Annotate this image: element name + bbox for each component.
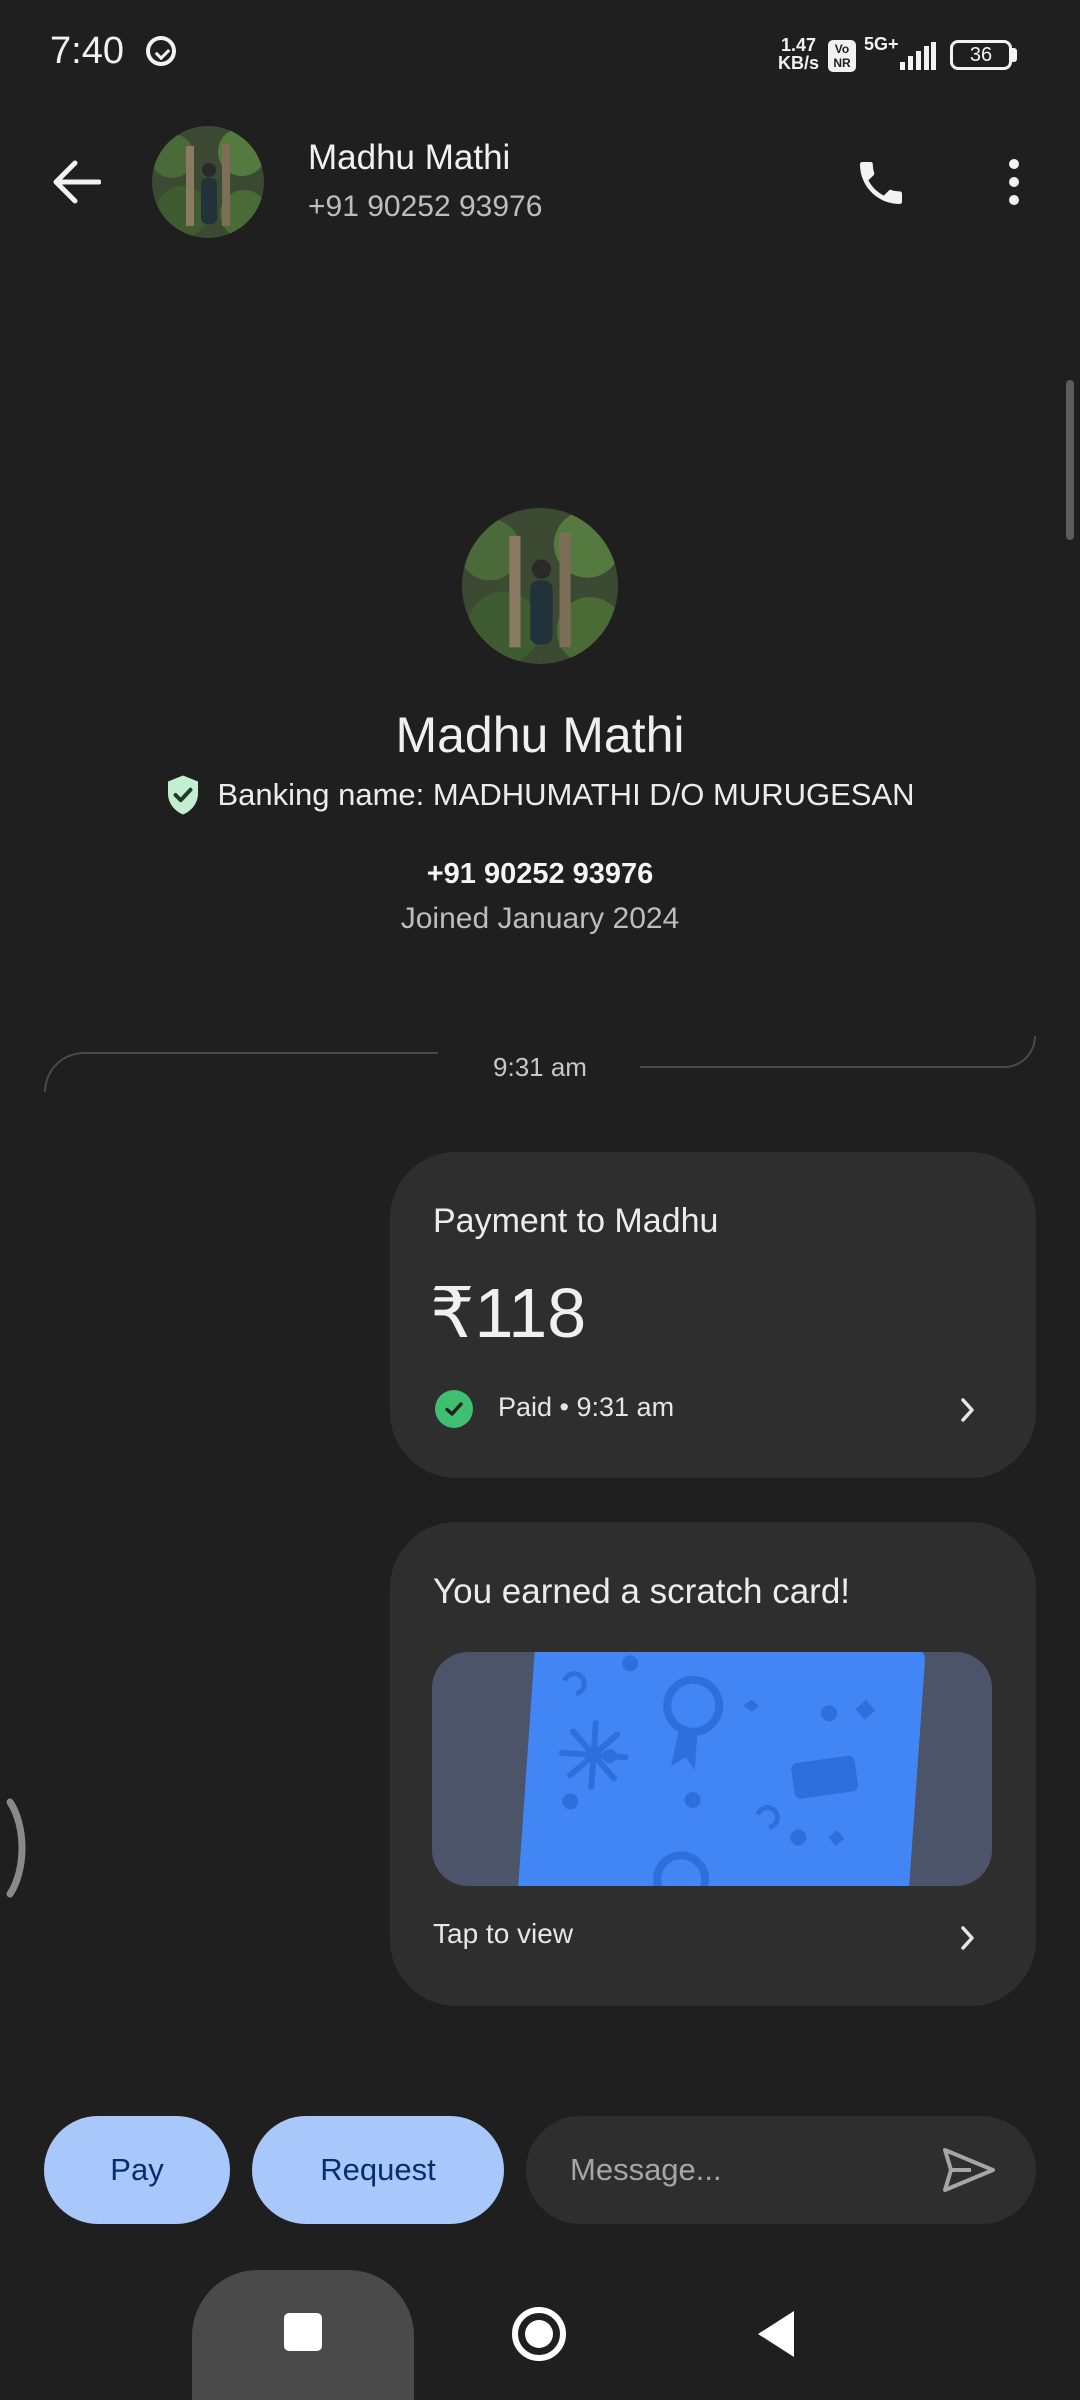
scratch-card-title: You earned a scratch card! <box>433 1572 851 1611</box>
app-notification-icon <box>146 36 176 66</box>
phone-icon <box>860 162 902 204</box>
message-input[interactable] <box>570 2140 910 2200</box>
network-type: 5G+ <box>864 34 899 54</box>
tap-to-view: Tap to view <box>433 1918 574 1949</box>
send-icon <box>943 2148 995 2192</box>
home-button[interactable] <box>505 2300 573 2368</box>
back-arrow-icon <box>53 160 101 204</box>
send-button[interactable] <box>934 2140 1004 2200</box>
nav-back-icon <box>758 2311 794 2357</box>
payment-amount: ₹118 <box>430 1274 587 1352</box>
scrollbar[interactable] <box>1066 380 1074 540</box>
status-time: 7:40 <box>50 30 124 72</box>
network-speed-value: 1.47 <box>780 35 817 55</box>
network-speed: 1.47 KB/s <box>778 36 819 72</box>
profile-name: Madhu Mathi <box>395 707 685 763</box>
nav-back-button[interactable] <box>742 2300 810 2368</box>
paid-check-icon <box>435 1390 473 1428</box>
call-button[interactable] <box>846 148 916 218</box>
home-icon <box>512 2307 566 2361</box>
profile-phone: +91 90252 93976 <box>426 858 654 890</box>
chevron-right-icon <box>948 1390 988 1430</box>
timeline-time: 9:31 am <box>493 1052 587 1082</box>
timeline-line-left <box>44 1052 438 1092</box>
pay-button[interactable]: Pay <box>44 2116 230 2224</box>
battery-icon: 36 <box>950 40 1012 70</box>
battery-tip <box>1012 48 1017 62</box>
scratch-card-illustration <box>432 1652 992 1886</box>
avatar[interactable] <box>152 126 264 238</box>
banking-name: Banking name: MADHUMATHI D/O MURUGESAN <box>217 777 915 812</box>
joined-date: Joined January 2024 <box>400 902 680 935</box>
timeline-line-right <box>640 1036 1036 1068</box>
request-button[interactable]: Request <box>252 2116 504 2224</box>
recents-button[interactable] <box>192 2270 414 2400</box>
signal-icon <box>900 42 936 70</box>
payment-status: Paid • 9:31 am <box>498 1392 675 1422</box>
profile-photo <box>152 126 264 238</box>
recents-icon <box>284 2313 322 2351</box>
network-speed-unit: KB/s <box>778 53 820 73</box>
more-options-button[interactable] <box>984 150 1044 214</box>
chevron-right-icon <box>948 1918 988 1958</box>
back-button[interactable] <box>44 150 108 214</box>
profile-photo-large <box>462 508 618 664</box>
scratch-card-image[interactable] <box>432 1652 992 1886</box>
more-vert-icon <box>1009 159 1019 205</box>
volte-icon: Vo NR <box>828 40 856 72</box>
header-name: Madhu Mathi <box>308 138 511 177</box>
profile-avatar[interactable] <box>462 508 618 664</box>
payment-title: Payment to Madhu <box>433 1202 719 1240</box>
loading-indicator-icon <box>6 1798 26 1898</box>
verified-shield-icon <box>168 775 199 815</box>
banking-name-row: Banking name: MADHUMATHI D/O MURUGESAN <box>0 774 1080 816</box>
header-phone: +91 90252 93976 <box>308 190 543 223</box>
